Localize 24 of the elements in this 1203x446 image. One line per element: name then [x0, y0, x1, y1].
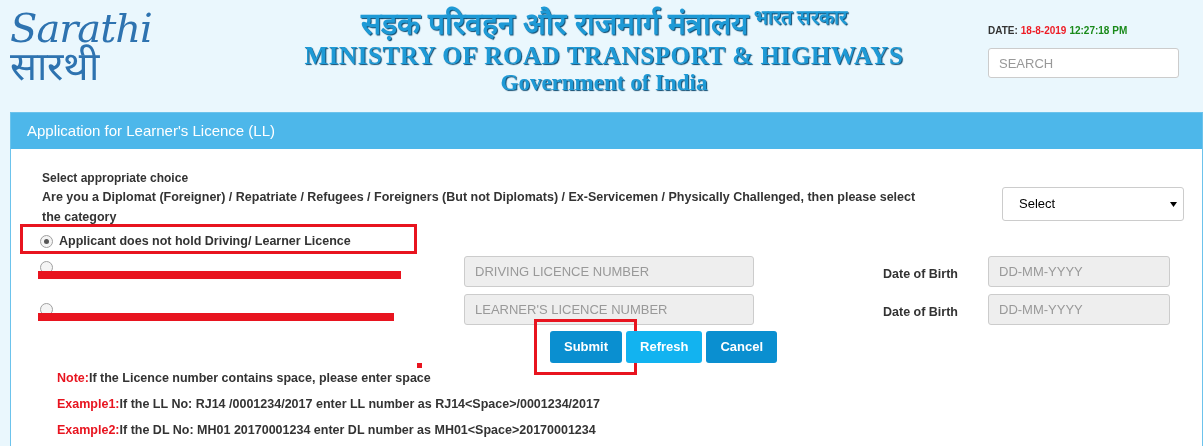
- logo: Sarathi सारथी: [9, 4, 150, 86]
- time-value: 12:27:18 PM: [1069, 24, 1128, 38]
- option-label: Applicant does not hold Driving/ Learner Licence: [59, 232, 351, 250]
- section-heading: Select appropriate choice: [42, 170, 190, 186]
- search-field[interactable]: SEARCH: [988, 48, 1179, 78]
- action-button[interactable]: Cancel: [706, 331, 778, 363]
- note-line: Example1:If the LL No: RJ14 /0001234/2017 enter LL number as RJ14<Space>/0001234/2017: [57, 396, 601, 413]
- note-line: Example2:If the DL No: MH01 20170001234 enter DL number as MH01<Space>20170001234: [57, 422, 597, 439]
- hindi-title: सड़क परिवहन और राजमार्ग मंत्रालय: [360, 6, 748, 42]
- note-line: Note:If the Licence number contains space, please enter space: [57, 370, 432, 387]
- radio-button[interactable]: [40, 234, 53, 248]
- hindi-subtitle: भारत सरकार: [753, 6, 848, 28]
- date-value: 18-8-2019: [1020, 24, 1067, 38]
- category-question: Are you a Diplomat (Foreigner) / Repatriate / Refugees / Foreigners (But not Diplomats) / Ex-Servicemen / Physically Challenged, then please select the category: [42, 189, 917, 226]
- government-subtitle: Government of India: [500, 70, 708, 96]
- ministry-title: MINISTRY OF ROAD TRANSPORT & HIGHWAYS: [304, 42, 904, 70]
- date-of-birth-label: Date of Birth: [883, 265, 958, 283]
- category-select[interactable]: Select: [1002, 187, 1184, 221]
- date-label: DATE:: [988, 24, 1018, 38]
- action-button[interactable]: Submit: [550, 331, 623, 363]
- date-of-birth-label: Date of Birth: [883, 303, 958, 321]
- caret-icon: [1170, 201, 1177, 207]
- panel-title: Application for Learner's Licence (LL): [27, 120, 275, 141]
- action-button[interactable]: Refresh: [626, 331, 703, 363]
